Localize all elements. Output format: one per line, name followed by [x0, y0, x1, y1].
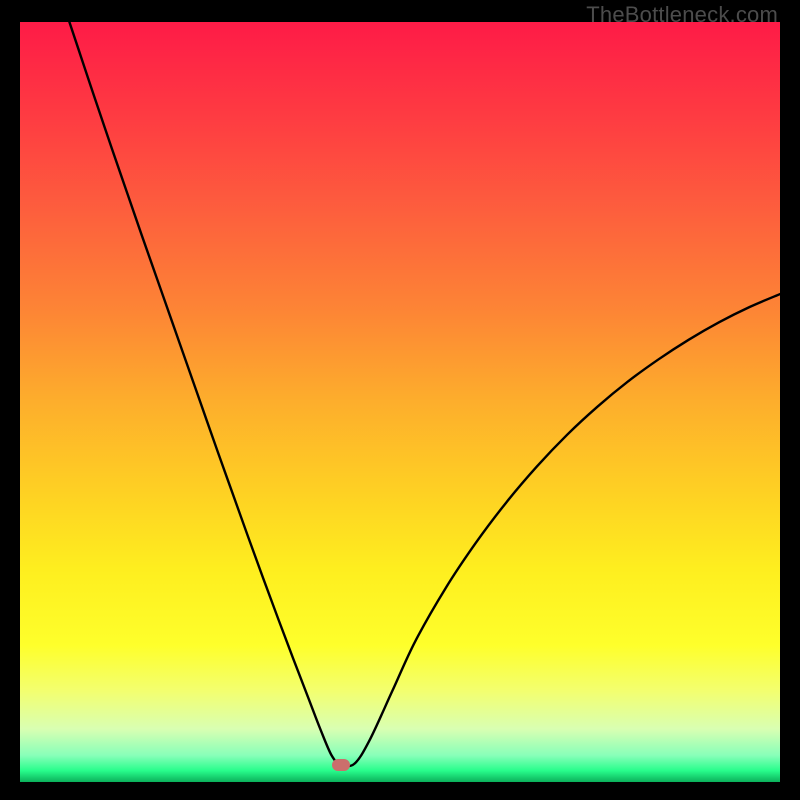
optimum-marker — [332, 759, 350, 771]
chart-frame — [20, 22, 780, 782]
bottleneck-chart — [20, 22, 780, 782]
gradient-background — [20, 22, 780, 782]
